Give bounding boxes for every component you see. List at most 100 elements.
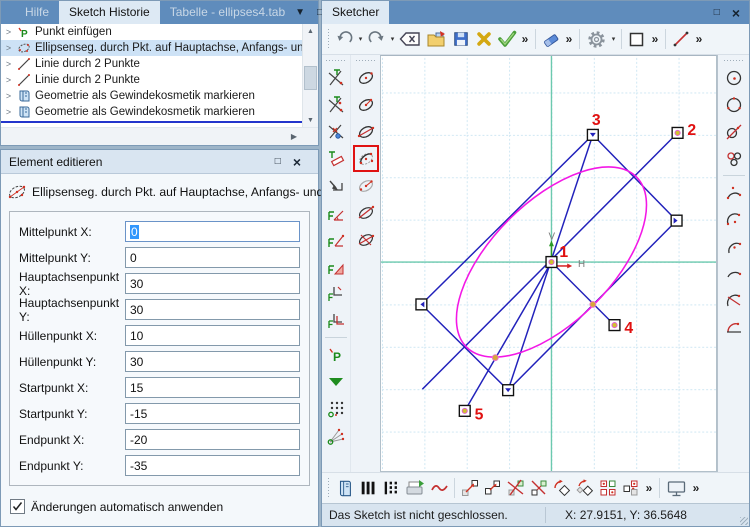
delete-button[interactable]: [397, 27, 423, 51]
delete-element-button[interactable]: [504, 476, 527, 500]
trim-tool-button[interactable]: [323, 64, 349, 91]
rotate-element-button[interactable]: [550, 476, 573, 500]
expander-icon[interactable]: >: [1, 43, 16, 53]
history-item-selected[interactable]: > Ellipsenseg. durch Pkt. auf Hauptachse…: [1, 40, 302, 56]
overflow-icon[interactable]: »: [692, 32, 706, 46]
toolbar-drag-handle[interactable]: [326, 58, 346, 63]
hatch-tool-button[interactable]: [323, 145, 349, 172]
circle-center-tool-button[interactable]: [721, 64, 747, 91]
freehand-button[interactable]: [428, 476, 451, 500]
huellenpunkt-y-input[interactable]: [125, 351, 300, 372]
startpunkt-x-input[interactable]: [125, 377, 300, 398]
thread-view-button[interactable]: [333, 476, 356, 500]
endpunkt-x-input[interactable]: [125, 429, 300, 450]
history-item[interactable]: > P Punkt einfügen: [1, 24, 302, 40]
redo-button[interactable]: [365, 27, 388, 51]
copy-point-button[interactable]: [481, 476, 504, 500]
history-item[interactable]: > Geometrie als Gewindekosmetik markiere…: [1, 104, 302, 120]
pattern-grid-button[interactable]: [596, 476, 619, 500]
settings-dropdown-icon[interactable]: ▾: [609, 35, 618, 43]
trim-point-button[interactable]: [323, 118, 349, 145]
settings-button[interactable]: [583, 27, 609, 51]
scroll-down-icon[interactable]: ▼: [304, 113, 317, 127]
angle-constraint-2-button[interactable]: [323, 226, 349, 253]
history-item[interactable]: > Geometrie als Gewindekosmetik markiere…: [1, 88, 302, 104]
plot-button[interactable]: [402, 476, 428, 500]
angle-constraint-button[interactable]: [323, 199, 349, 226]
maximize-icon[interactable]: □: [275, 157, 281, 167]
ellipse-point-tool-button[interactable]: [353, 91, 379, 118]
toolbar-drag-handle[interactable]: [326, 29, 331, 49]
undo-button[interactable]: [333, 27, 356, 51]
endpunkt-y-input[interactable]: [125, 455, 300, 476]
ellipse-crossed-tool-button[interactable]: [353, 226, 379, 253]
expander-icon[interactable]: >: [1, 59, 16, 69]
bars-view-button[interactable]: [356, 476, 379, 500]
toolbar-drag-handle[interactable]: [356, 58, 376, 63]
huellenpunkt-x-input[interactable]: [125, 325, 300, 346]
overflow-icon[interactable]: »: [648, 32, 662, 46]
load-button[interactable]: [423, 27, 449, 51]
save-button[interactable]: [449, 27, 472, 51]
scroll-right-icon[interactable]: ▶: [286, 129, 302, 144]
three-circles-tool-button[interactable]: [721, 145, 747, 172]
overflow-icon[interactable]: »: [562, 32, 576, 46]
cancel-button[interactable]: [472, 27, 495, 51]
tab-sketcher[interactable]: Sketcher: [322, 1, 389, 24]
arc-4-tool-button[interactable]: [721, 260, 747, 287]
mittelpunkt-y-input[interactable]: [125, 247, 300, 268]
redo-dropdown-icon[interactable]: ▾: [388, 35, 397, 43]
tab-tabelle[interactable]: Tabelle - ellipses4.tab: [160, 1, 295, 24]
arc-3-tool-button[interactable]: [721, 233, 747, 260]
tab-dropdown-icon[interactable]: ▼: [295, 8, 305, 18]
ellipse-axis-tool-button[interactable]: [353, 118, 379, 145]
mittelpunkt-x-input[interactable]: 0: [125, 221, 300, 242]
history-horizontal-scrollbar[interactable]: ▶: [1, 127, 318, 145]
rectangle-tool-button[interactable]: [625, 27, 648, 51]
resize-grip[interactable]: [740, 517, 748, 525]
eraser-button[interactable]: [539, 27, 562, 51]
angle-fill-button[interactable]: [323, 253, 349, 280]
expander-icon[interactable]: >: [1, 75, 16, 85]
trim-tool-2-button[interactable]: [323, 91, 349, 118]
expander-icon[interactable]: >: [1, 107, 16, 117]
startpunkt-y-input[interactable]: [125, 403, 300, 424]
circle-tangent-tool-button[interactable]: [721, 118, 747, 145]
history-vertical-scrollbar[interactable]: ▲ ▼: [302, 24, 318, 127]
arc-2-tool-button[interactable]: [721, 206, 747, 233]
auto-apply-checkbox[interactable]: [10, 499, 25, 514]
ellipse-tangent-tool-button[interactable]: [353, 199, 379, 226]
point-grid-button[interactable]: [323, 395, 349, 422]
ellipse-segment-tool-button[interactable]: [353, 145, 379, 172]
rotate-copy-button[interactable]: [573, 476, 596, 500]
close-icon[interactable]: ×: [293, 155, 301, 169]
corner-tool-button[interactable]: [323, 172, 349, 199]
toolbar-drag-handle[interactable]: [724, 58, 744, 63]
toolbar-drag-handle[interactable]: [326, 478, 331, 498]
overflow-icon[interactable]: »: [642, 481, 656, 495]
insert-point-button[interactable]: P: [323, 341, 349, 368]
history-item[interactable]: > Linie durch 2 Punkte: [1, 72, 302, 88]
tab-hilfe[interactable]: Hilfe: [15, 1, 59, 24]
screen-view-button[interactable]: [663, 476, 689, 500]
history-item[interactable]: > Linie durch 2 Punkte: [1, 56, 302, 72]
point-spray-button[interactable]: [323, 422, 349, 449]
pattern-grid-2-button[interactable]: [619, 476, 642, 500]
ellipse-segment-2-tool-button[interactable]: [353, 172, 379, 199]
delete-element-2-button[interactable]: [527, 476, 550, 500]
corner-constraint-2-button[interactable]: [323, 307, 349, 334]
maximize-icon[interactable]: □: [714, 8, 720, 18]
ellipse-tool-button[interactable]: [353, 64, 379, 91]
hauptachsenpunkt-y-input[interactable]: [125, 299, 300, 320]
tab-sketch-historie[interactable]: Sketch Historie: [59, 1, 160, 24]
line-tool-button[interactable]: [669, 27, 692, 51]
circle-points-tool-button[interactable]: [721, 91, 747, 118]
bars-dashed-view-button[interactable]: [379, 476, 402, 500]
close-icon[interactable]: ×: [732, 6, 740, 20]
hauptachsenpunkt-x-input[interactable]: [125, 273, 300, 294]
undo-dropdown-icon[interactable]: ▾: [356, 35, 365, 43]
arc-crossed-tool-button[interactable]: [721, 287, 747, 314]
scroll-thumb[interactable]: [304, 66, 317, 90]
overflow-icon[interactable]: »: [689, 481, 703, 495]
corner-constraint-button[interactable]: [323, 280, 349, 307]
